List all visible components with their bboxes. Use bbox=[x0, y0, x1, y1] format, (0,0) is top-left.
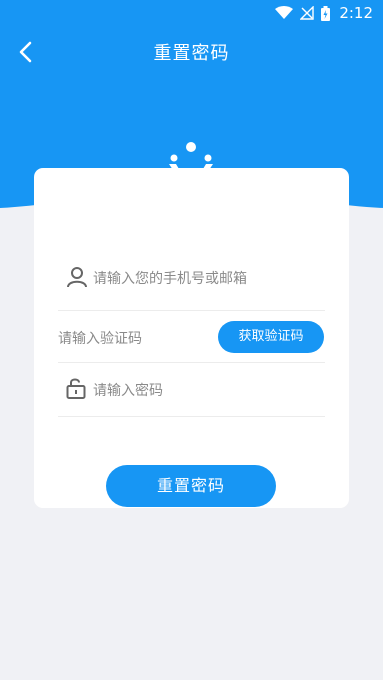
wifi-icon bbox=[275, 6, 294, 20]
status-bar: 2:12 bbox=[0, 0, 383, 28]
email-phone-placeholder: 请输入您的手机号或邮箱 bbox=[93, 271, 247, 287]
verification-code-placeholder: 请输入验证码 bbox=[58, 331, 142, 347]
battery-icon bbox=[321, 5, 331, 21]
page-title: 重置密码 bbox=[153, 43, 230, 64]
user-icon bbox=[66, 266, 88, 292]
status-time: 2:12 bbox=[339, 4, 373, 22]
reset-form-card: 请输入您的手机号或邮箱 请输入验证码 获取验证码 请输入密码 bbox=[34, 168, 349, 508]
password-placeholder: 请输入密码 bbox=[93, 383, 163, 399]
app-logo bbox=[165, 140, 217, 192]
verification-code-field[interactable]: 请输入验证码 获取验证码 bbox=[58, 311, 325, 363]
lock-icon bbox=[66, 377, 86, 403]
no-signal-icon bbox=[300, 6, 315, 20]
get-code-button[interactable]: 获取验证码 bbox=[218, 321, 324, 353]
reset-password-button[interactable]: 重置密码 bbox=[106, 465, 276, 507]
email-phone-field[interactable]: 请输入您的手机号或邮箱 bbox=[58, 246, 325, 311]
password-field[interactable]: 请输入密码 bbox=[58, 363, 325, 417]
